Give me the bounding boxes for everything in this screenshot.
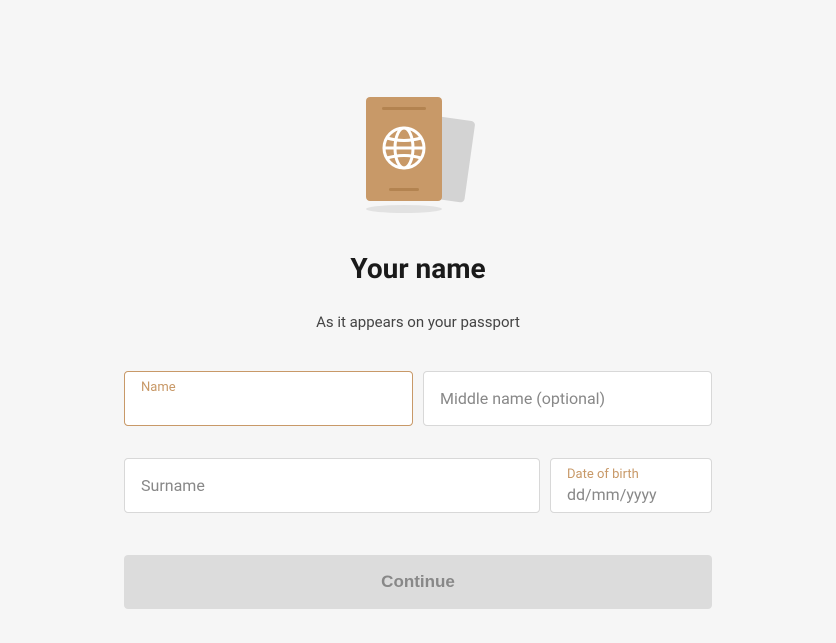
- passport-icon: [362, 95, 474, 207]
- surname-placeholder: Surname: [125, 476, 205, 495]
- row-name: Name Middle name (optional): [124, 371, 712, 426]
- dob-field[interactable]: Date of birth dd/mm/yyyy: [550, 458, 712, 513]
- name-label: Name: [141, 380, 176, 395]
- middle-name-placeholder: Middle name (optional): [424, 389, 605, 408]
- continue-button[interactable]: Continue: [124, 555, 712, 609]
- surname-field[interactable]: Surname: [124, 458, 540, 513]
- page-title: Your name: [350, 252, 485, 285]
- form-container: Your name As it appears on your passport…: [124, 95, 712, 643]
- page-subtitle: As it appears on your passport: [316, 313, 520, 331]
- form-fields: Name Middle name (optional) Surname Date…: [124, 371, 712, 513]
- middle-name-field[interactable]: Middle name (optional): [423, 371, 712, 426]
- row-surname-dob: Surname Date of birth dd/mm/yyyy: [124, 458, 712, 513]
- globe-icon: [382, 126, 426, 170]
- dob-label: Date of birth: [567, 467, 639, 482]
- name-field[interactable]: Name: [124, 371, 413, 426]
